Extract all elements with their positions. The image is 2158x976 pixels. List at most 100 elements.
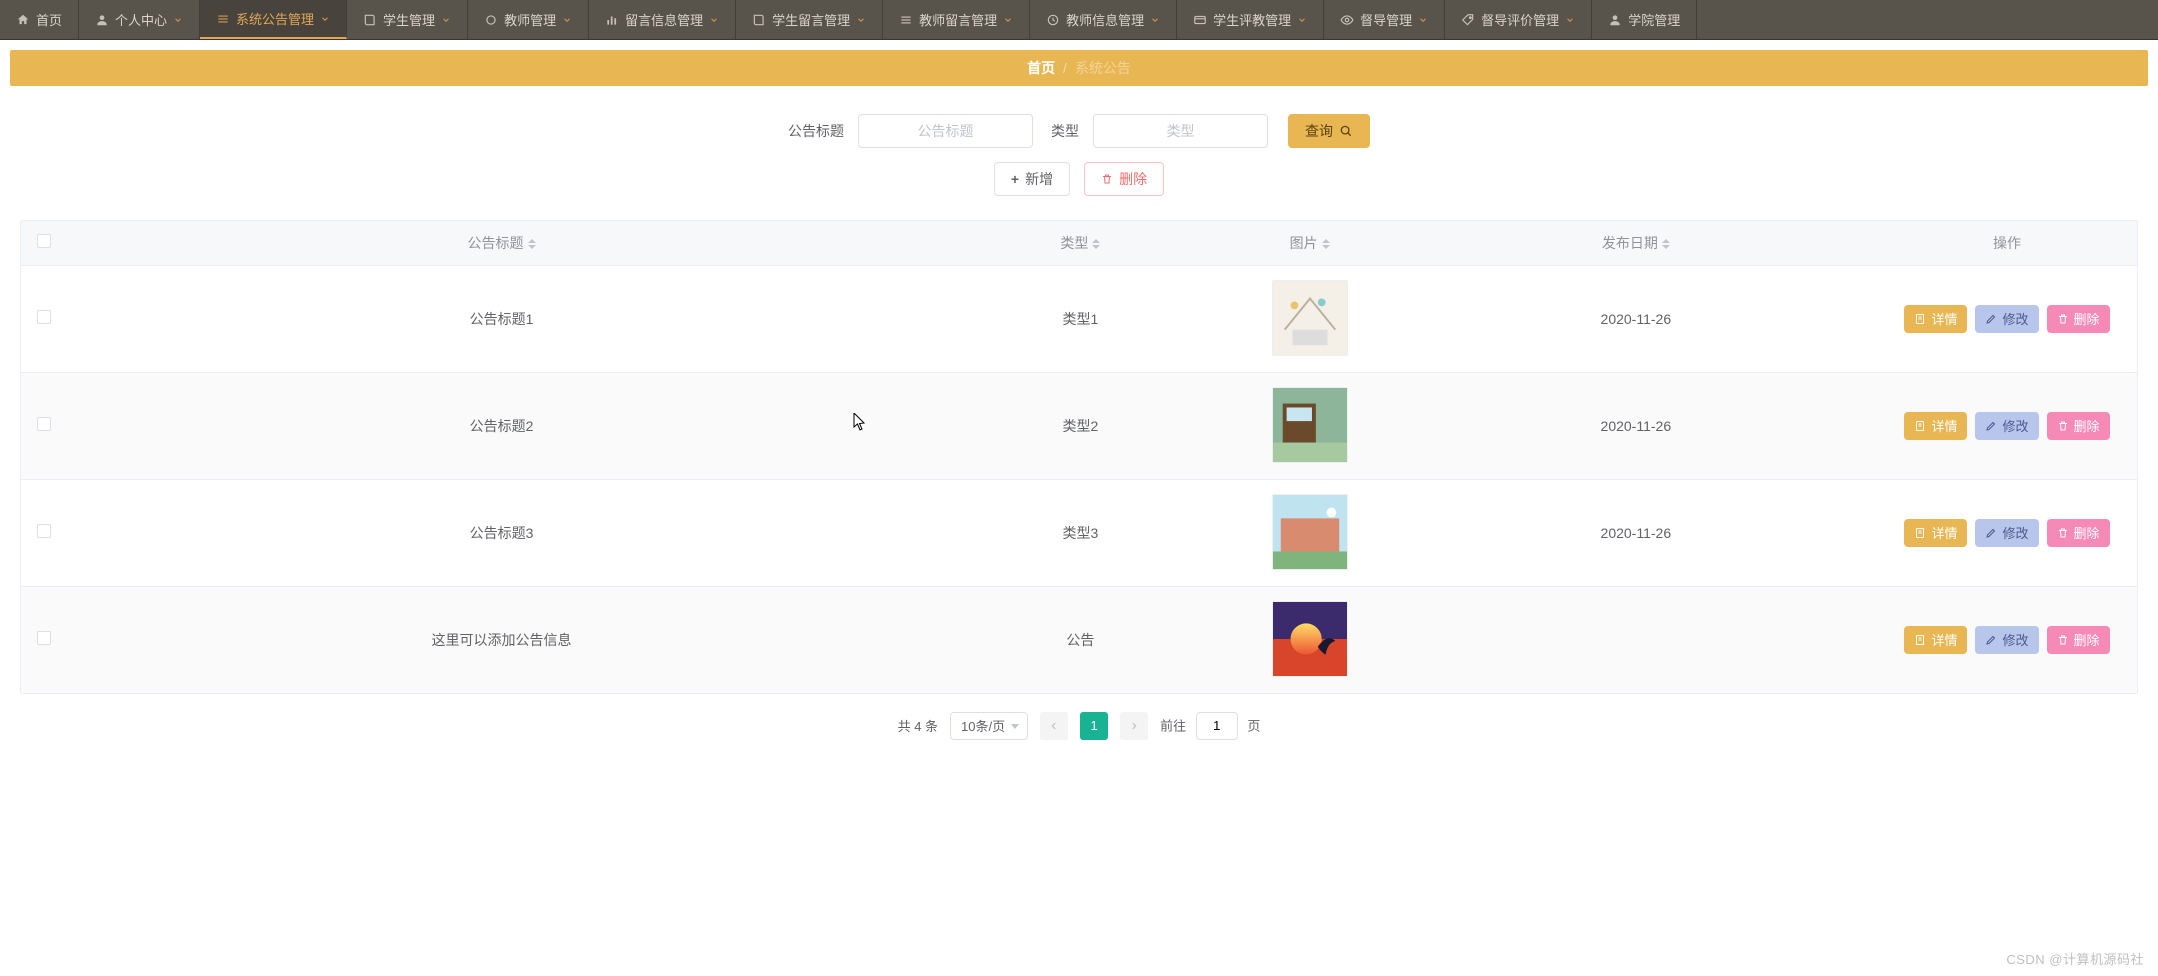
nav-item[interactable]: 督导管理 bbox=[1324, 0, 1445, 39]
chevron-down-icon bbox=[709, 15, 719, 25]
cell-type: 类型3 bbox=[936, 479, 1225, 586]
sort-icon[interactable] bbox=[1662, 239, 1670, 249]
nav-item-label: 个人中心 bbox=[115, 10, 167, 29]
row-delete-button[interactable]: 删除 bbox=[2047, 626, 2110, 654]
cell-image bbox=[1225, 479, 1395, 586]
trash-icon bbox=[2057, 527, 2069, 539]
nav-item[interactable]: 学院管理 bbox=[1592, 0, 1697, 39]
nav-item[interactable]: 首页 bbox=[0, 0, 79, 39]
row-checkbox[interactable] bbox=[37, 631, 51, 645]
cell-image bbox=[1225, 586, 1395, 693]
menu-icon bbox=[899, 13, 913, 27]
nav-item-label: 教师管理 bbox=[504, 10, 556, 29]
pencil-icon bbox=[1985, 634, 1997, 646]
row-detail-button[interactable]: 详情 bbox=[1904, 305, 1967, 333]
chevron-down-icon bbox=[856, 15, 866, 25]
watermark: CSDN @计算机源码社 bbox=[2006, 949, 2144, 968]
breadcrumb-sep: / bbox=[1063, 60, 1067, 76]
row-delete-button[interactable]: 删除 bbox=[2047, 519, 2110, 547]
page-next-button[interactable] bbox=[1120, 712, 1148, 740]
search-button-label: 查询 bbox=[1305, 121, 1333, 141]
cell-type: 类型2 bbox=[936, 372, 1225, 479]
th-type[interactable]: 类型 bbox=[936, 221, 1225, 265]
nav-item[interactable]: 学生留言管理 bbox=[736, 0, 883, 39]
th-checkbox[interactable] bbox=[21, 221, 67, 265]
pagination: 共 4 条 10条/页 1 前往 页 bbox=[0, 712, 2158, 740]
row-edit-button[interactable]: 修改 bbox=[1975, 519, 2038, 547]
nav-item[interactable]: 教师留言管理 bbox=[883, 0, 1030, 39]
trash-icon bbox=[2057, 420, 2069, 432]
thumbnail-image[interactable] bbox=[1272, 494, 1348, 570]
table-row: 公告标题3类型32020-11-26详情修改删除 bbox=[21, 479, 2137, 586]
filter-title-input[interactable] bbox=[858, 114, 1033, 148]
nav-item-label: 学生留言管理 bbox=[772, 10, 850, 29]
row-detail-button[interactable]: 详情 bbox=[1904, 626, 1967, 654]
doc-icon bbox=[1914, 420, 1926, 432]
doc-icon bbox=[1914, 527, 1926, 539]
chevron-right-icon bbox=[1129, 721, 1139, 731]
row-detail-button[interactable]: 详情 bbox=[1904, 519, 1967, 547]
th-date[interactable]: 发布日期 bbox=[1395, 221, 1877, 265]
page-prev-button[interactable] bbox=[1040, 712, 1068, 740]
nav-item[interactable]: 留言信息管理 bbox=[589, 0, 736, 39]
chevron-down-icon bbox=[173, 15, 183, 25]
nav-item-label: 教师留言管理 bbox=[919, 10, 997, 29]
thumbnail-image[interactable] bbox=[1272, 280, 1348, 356]
row-edit-button[interactable]: 修改 bbox=[1975, 626, 2038, 654]
row-checkbox[interactable] bbox=[37, 417, 51, 431]
nav-item[interactable]: 教师信息管理 bbox=[1030, 0, 1177, 39]
row-edit-button[interactable]: 修改 bbox=[1975, 305, 2038, 333]
nav-item[interactable]: 学生管理 bbox=[347, 0, 468, 39]
filter-title-label: 公告标题 bbox=[788, 121, 844, 141]
sort-icon[interactable] bbox=[528, 239, 536, 249]
home-icon bbox=[16, 13, 30, 27]
trash-icon bbox=[2057, 313, 2069, 325]
row-delete-button[interactable]: 删除 bbox=[2047, 412, 2110, 440]
bar-icon bbox=[605, 13, 619, 27]
pencil-icon bbox=[1985, 313, 1997, 325]
page-total: 共 4 条 bbox=[898, 716, 938, 735]
nav-item[interactable]: 督导评价管理 bbox=[1445, 0, 1592, 39]
menu-icon bbox=[216, 12, 230, 26]
add-button[interactable]: + 新增 bbox=[994, 162, 1070, 196]
filter-type-input[interactable] bbox=[1093, 114, 1268, 148]
cell-type: 公告 bbox=[936, 586, 1225, 693]
thumbnail-image[interactable] bbox=[1272, 387, 1348, 463]
plus-icon: + bbox=[1011, 171, 1019, 187]
nav-item[interactable]: 学生评教管理 bbox=[1177, 0, 1324, 39]
row-detail-button[interactable]: 详情 bbox=[1904, 412, 1967, 440]
nav-item-label: 督导评价管理 bbox=[1481, 10, 1559, 29]
pencil-icon bbox=[1985, 420, 1997, 432]
sort-icon[interactable] bbox=[1322, 239, 1330, 249]
card-icon bbox=[1193, 13, 1207, 27]
pencil-icon bbox=[1985, 527, 1997, 539]
thumbnail-image[interactable] bbox=[1272, 601, 1348, 677]
breadcrumb-home[interactable]: 首页 bbox=[1027, 60, 1055, 76]
nav-item[interactable]: 系统公告管理 bbox=[200, 0, 347, 39]
th-title[interactable]: 公告标题 bbox=[67, 221, 936, 265]
cell-date: 2020-11-26 bbox=[1395, 479, 1877, 586]
nav-item-label: 学院管理 bbox=[1628, 10, 1680, 29]
checkbox-icon[interactable] bbox=[37, 234, 51, 248]
th-image[interactable]: 图片 bbox=[1225, 221, 1395, 265]
nav-item[interactable]: 教师管理 bbox=[468, 0, 589, 39]
doc-icon bbox=[1914, 313, 1926, 325]
topnav: 首页 个人中心 系统公告管理学生管理 教师管理 留言信息管理 学生留言管理 教师留言管理 教师… bbox=[0, 0, 2158, 40]
row-edit-button[interactable]: 修改 bbox=[1975, 412, 2038, 440]
nav-item-label: 首页 bbox=[36, 10, 62, 29]
row-checkbox[interactable] bbox=[37, 310, 51, 324]
chevron-down-icon bbox=[441, 15, 451, 25]
breadcrumb: 首页 / 系统公告 bbox=[10, 50, 2148, 86]
search-button[interactable]: 查询 bbox=[1288, 114, 1370, 148]
page-jump-input[interactable] bbox=[1196, 712, 1238, 740]
page-size-select[interactable]: 10条/页 bbox=[950, 712, 1028, 740]
nav-item-label: 教师信息管理 bbox=[1066, 10, 1144, 29]
page-number-button[interactable]: 1 bbox=[1080, 712, 1108, 740]
bulk-delete-button[interactable]: 删除 bbox=[1084, 162, 1164, 196]
nav-item[interactable]: 个人中心 bbox=[79, 0, 200, 39]
doc-icon bbox=[1914, 634, 1926, 646]
cell-title: 公告标题2 bbox=[67, 372, 936, 479]
row-checkbox[interactable] bbox=[37, 524, 51, 538]
row-delete-button[interactable]: 删除 bbox=[2047, 305, 2110, 333]
sort-icon[interactable] bbox=[1092, 239, 1100, 249]
